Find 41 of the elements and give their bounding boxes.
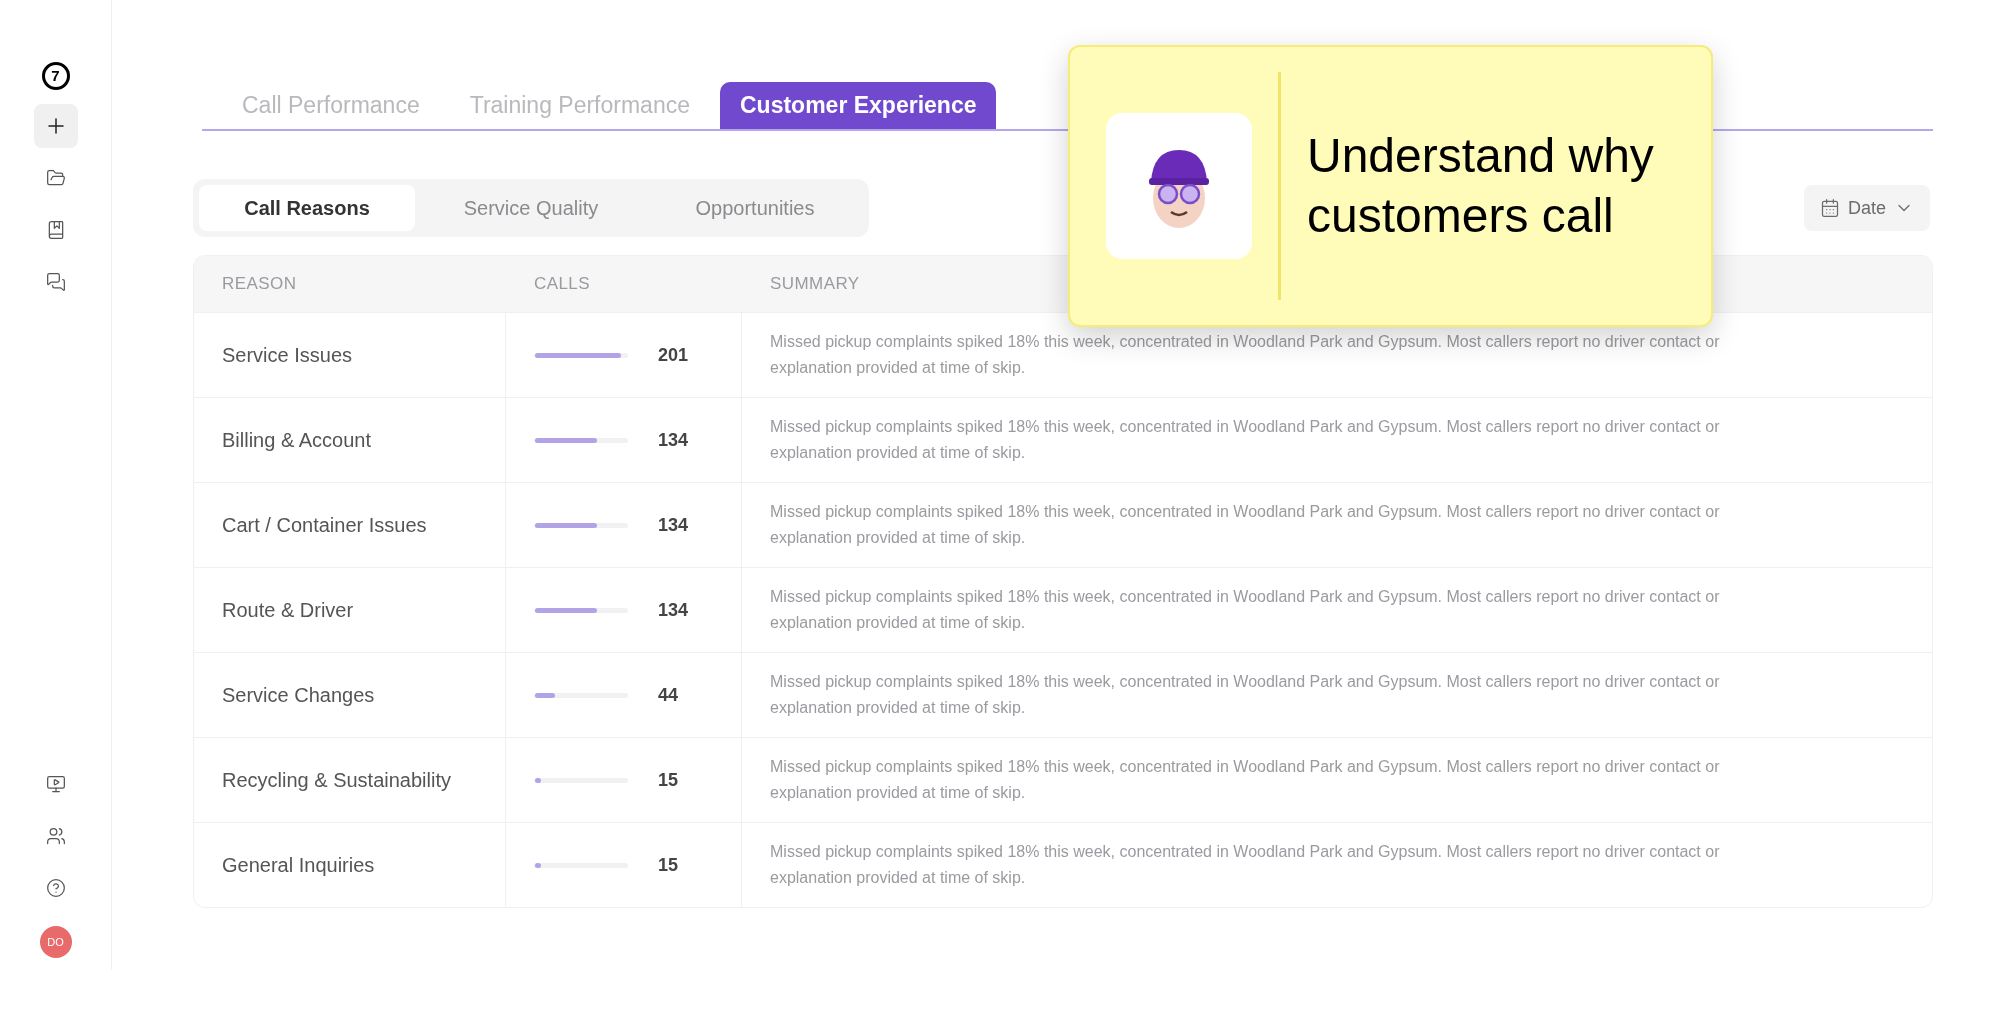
table-cell: Route & Driver	[194, 568, 506, 652]
folder-icon	[45, 168, 66, 188]
callout-heading: Understand why customers call	[1307, 128, 1655, 244]
table-cell: Recycling & Sustainability	[194, 738, 506, 822]
column-header: SUMMARY	[769, 273, 861, 296]
column-header: REASON	[221, 273, 298, 296]
app-logo: 7	[41, 62, 70, 90]
calls-count: 134	[658, 513, 689, 537]
calls-count: 134	[658, 598, 689, 622]
summary-text: Missed pickup complaints spiked 18% this week, concentrated in Woodland Park and Gypsum. Most callers report no driver contact or explanation provided at time of skip.	[770, 502, 1721, 548]
help-icon	[45, 878, 66, 898]
calls-count: 134	[658, 428, 689, 452]
summary-text: Missed pickup complaints spiked 18% this week, concentrated in Woodland Park and Gypsum. Most callers report no driver contact or explanation provided at time of skip.	[770, 587, 1721, 633]
date-filter-button[interactable]: Date	[1803, 185, 1930, 231]
table-cell: Service Changes	[194, 653, 506, 737]
calls-count: 15	[658, 853, 679, 877]
plus-button[interactable]	[33, 104, 78, 148]
summary-text: Missed pickup complaints spiked 18% this week, concentrated in Woodland Park and Gypsum. Most callers report no driver contact or explanation provided at time of skip.	[770, 672, 1721, 718]
tab[interactable]: Call Performance	[222, 82, 440, 129]
segment-tab[interactable]: Opportunities	[647, 185, 863, 231]
segment-tab[interactable]: Call Reasons	[199, 185, 415, 231]
chat-icon	[45, 272, 66, 292]
user-avatar[interactable]: DO	[39, 926, 72, 958]
calendar-icon	[1819, 198, 1840, 218]
summary-text: Missed pickup complaints spiked 18% this week, concentrated in Woodland Park and Gypsum. Most callers report no driver contact or explanation provided at time of skip.	[770, 757, 1721, 803]
calls-count: 201	[658, 343, 689, 367]
tab[interactable]: Training Performance	[449, 82, 710, 129]
segment-tab[interactable]: Service Quality	[423, 185, 639, 231]
table-cell: General Inquiries	[194, 823, 506, 907]
table-cell: Service Issues	[194, 313, 506, 397]
table-cell: Cart / Container Issues	[194, 483, 506, 567]
video-icon	[45, 774, 66, 794]
people-icon	[45, 826, 66, 846]
calls-count: 15	[658, 768, 679, 792]
summary-text: Missed pickup complaints spiked 18% this week, concentrated in Woodland Park and Gypsum. Most callers report no driver contact or explanation provided at time of skip.	[770, 842, 1721, 888]
calls-count: 44	[658, 683, 679, 707]
table-cell: Billing & Account	[194, 398, 506, 482]
tab[interactable]: Customer Experience	[720, 82, 997, 129]
summary-text: Missed pickup complaints spiked 18% this week, concentrated in Woodland Park and Gypsum. Most callers report no driver contact or explanation provided at time of skip.	[770, 332, 1721, 378]
summary-text: Missed pickup complaints spiked 18% this week, concentrated in Woodland Park and Gypsum. Most callers report no driver contact or explanation provided at time of skip.	[770, 417, 1721, 463]
column-header: CALLS	[533, 273, 591, 296]
